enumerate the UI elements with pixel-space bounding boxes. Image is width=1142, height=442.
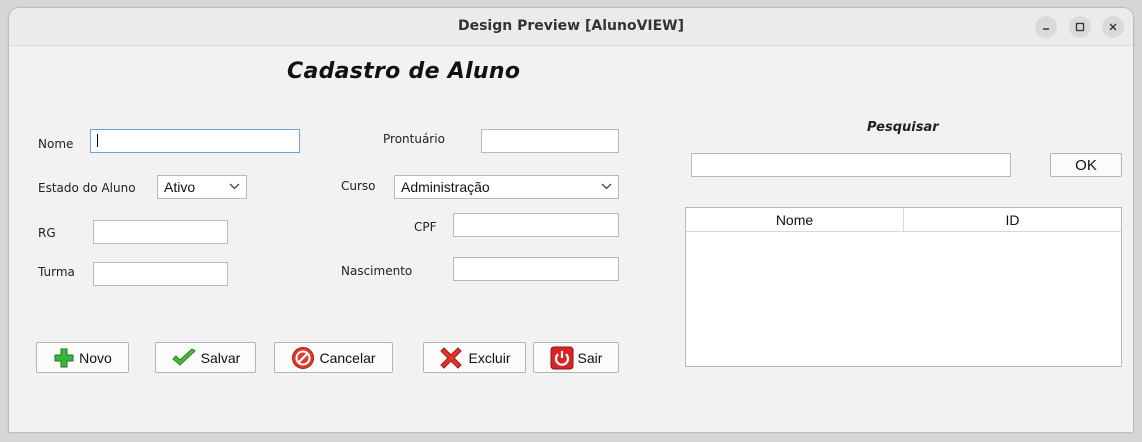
nome-input[interactable] <box>90 129 300 153</box>
column-header-id[interactable]: ID <box>904 208 1121 232</box>
search-label: Pesquisar <box>867 120 939 135</box>
rg-input[interactable] <box>93 220 228 244</box>
plus-icon <box>54 348 74 367</box>
cancelar-button[interactable]: Cancelar <box>274 342 393 373</box>
ok-button-label: OK <box>1075 156 1097 174</box>
minimize-button[interactable] <box>1035 16 1057 38</box>
excluir-button[interactable]: Excluir <box>423 342 526 373</box>
nome-label: Nome <box>38 137 74 151</box>
chevron-down-icon <box>601 183 612 190</box>
maximize-icon <box>1075 22 1085 32</box>
search-input[interactable] <box>691 153 1011 177</box>
estado-label: Estado do Aluno <box>38 181 136 195</box>
prontuario-input[interactable] <box>481 129 619 153</box>
ok-button[interactable]: OK <box>1050 153 1122 177</box>
nascimento-label: Nascimento <box>341 264 413 278</box>
estado-select-value: Ativo <box>164 179 196 195</box>
nascimento-input[interactable] <box>453 257 619 281</box>
title-bar: Design Preview [AlunoVIEW] <box>9 8 1133 46</box>
delete-x-icon <box>440 346 463 369</box>
curso-label: Curso <box>341 179 376 193</box>
minimize-icon <box>1043 28 1049 30</box>
page-title: Cadastro de Aluno <box>287 59 521 84</box>
excluir-button-label: Excluir <box>468 349 511 366</box>
checkmark-icon <box>171 347 196 366</box>
prontuario-label: Prontuário <box>383 132 445 146</box>
rg-label: RG <box>38 226 56 240</box>
sair-button-label: Sair <box>577 349 603 366</box>
estado-select[interactable]: Ativo <box>157 175 247 199</box>
curso-select-value: Administração <box>401 179 490 195</box>
sair-button[interactable]: Sair <box>533 342 619 373</box>
novo-button[interactable]: Novo <box>36 342 129 373</box>
column-header-nome[interactable]: Nome <box>686 208 904 232</box>
results-table[interactable]: Nome ID <box>685 207 1122 367</box>
chevron-down-icon <box>229 183 240 190</box>
novo-button-label: Novo <box>79 349 112 366</box>
salvar-button-label: Salvar <box>200 349 241 366</box>
app-window: Design Preview [AlunoVIEW] Cadastro de A… <box>9 8 1133 432</box>
text-caret <box>97 134 98 147</box>
turma-label: Turma <box>38 265 75 279</box>
salvar-button[interactable]: Salvar <box>155 342 256 373</box>
cpf-label: CPF <box>414 220 437 234</box>
window-title: Design Preview [AlunoVIEW] <box>457 18 685 34</box>
close-button[interactable] <box>1102 16 1124 38</box>
close-icon <box>1109 23 1117 31</box>
turma-input[interactable] <box>93 262 228 286</box>
cancelar-button-label: Cancelar <box>319 349 376 366</box>
cpf-input[interactable] <box>453 213 619 237</box>
power-icon <box>550 346 574 369</box>
cancel-icon <box>292 346 315 369</box>
curso-select[interactable]: Administração <box>394 175 619 199</box>
maximize-button[interactable] <box>1069 16 1091 38</box>
